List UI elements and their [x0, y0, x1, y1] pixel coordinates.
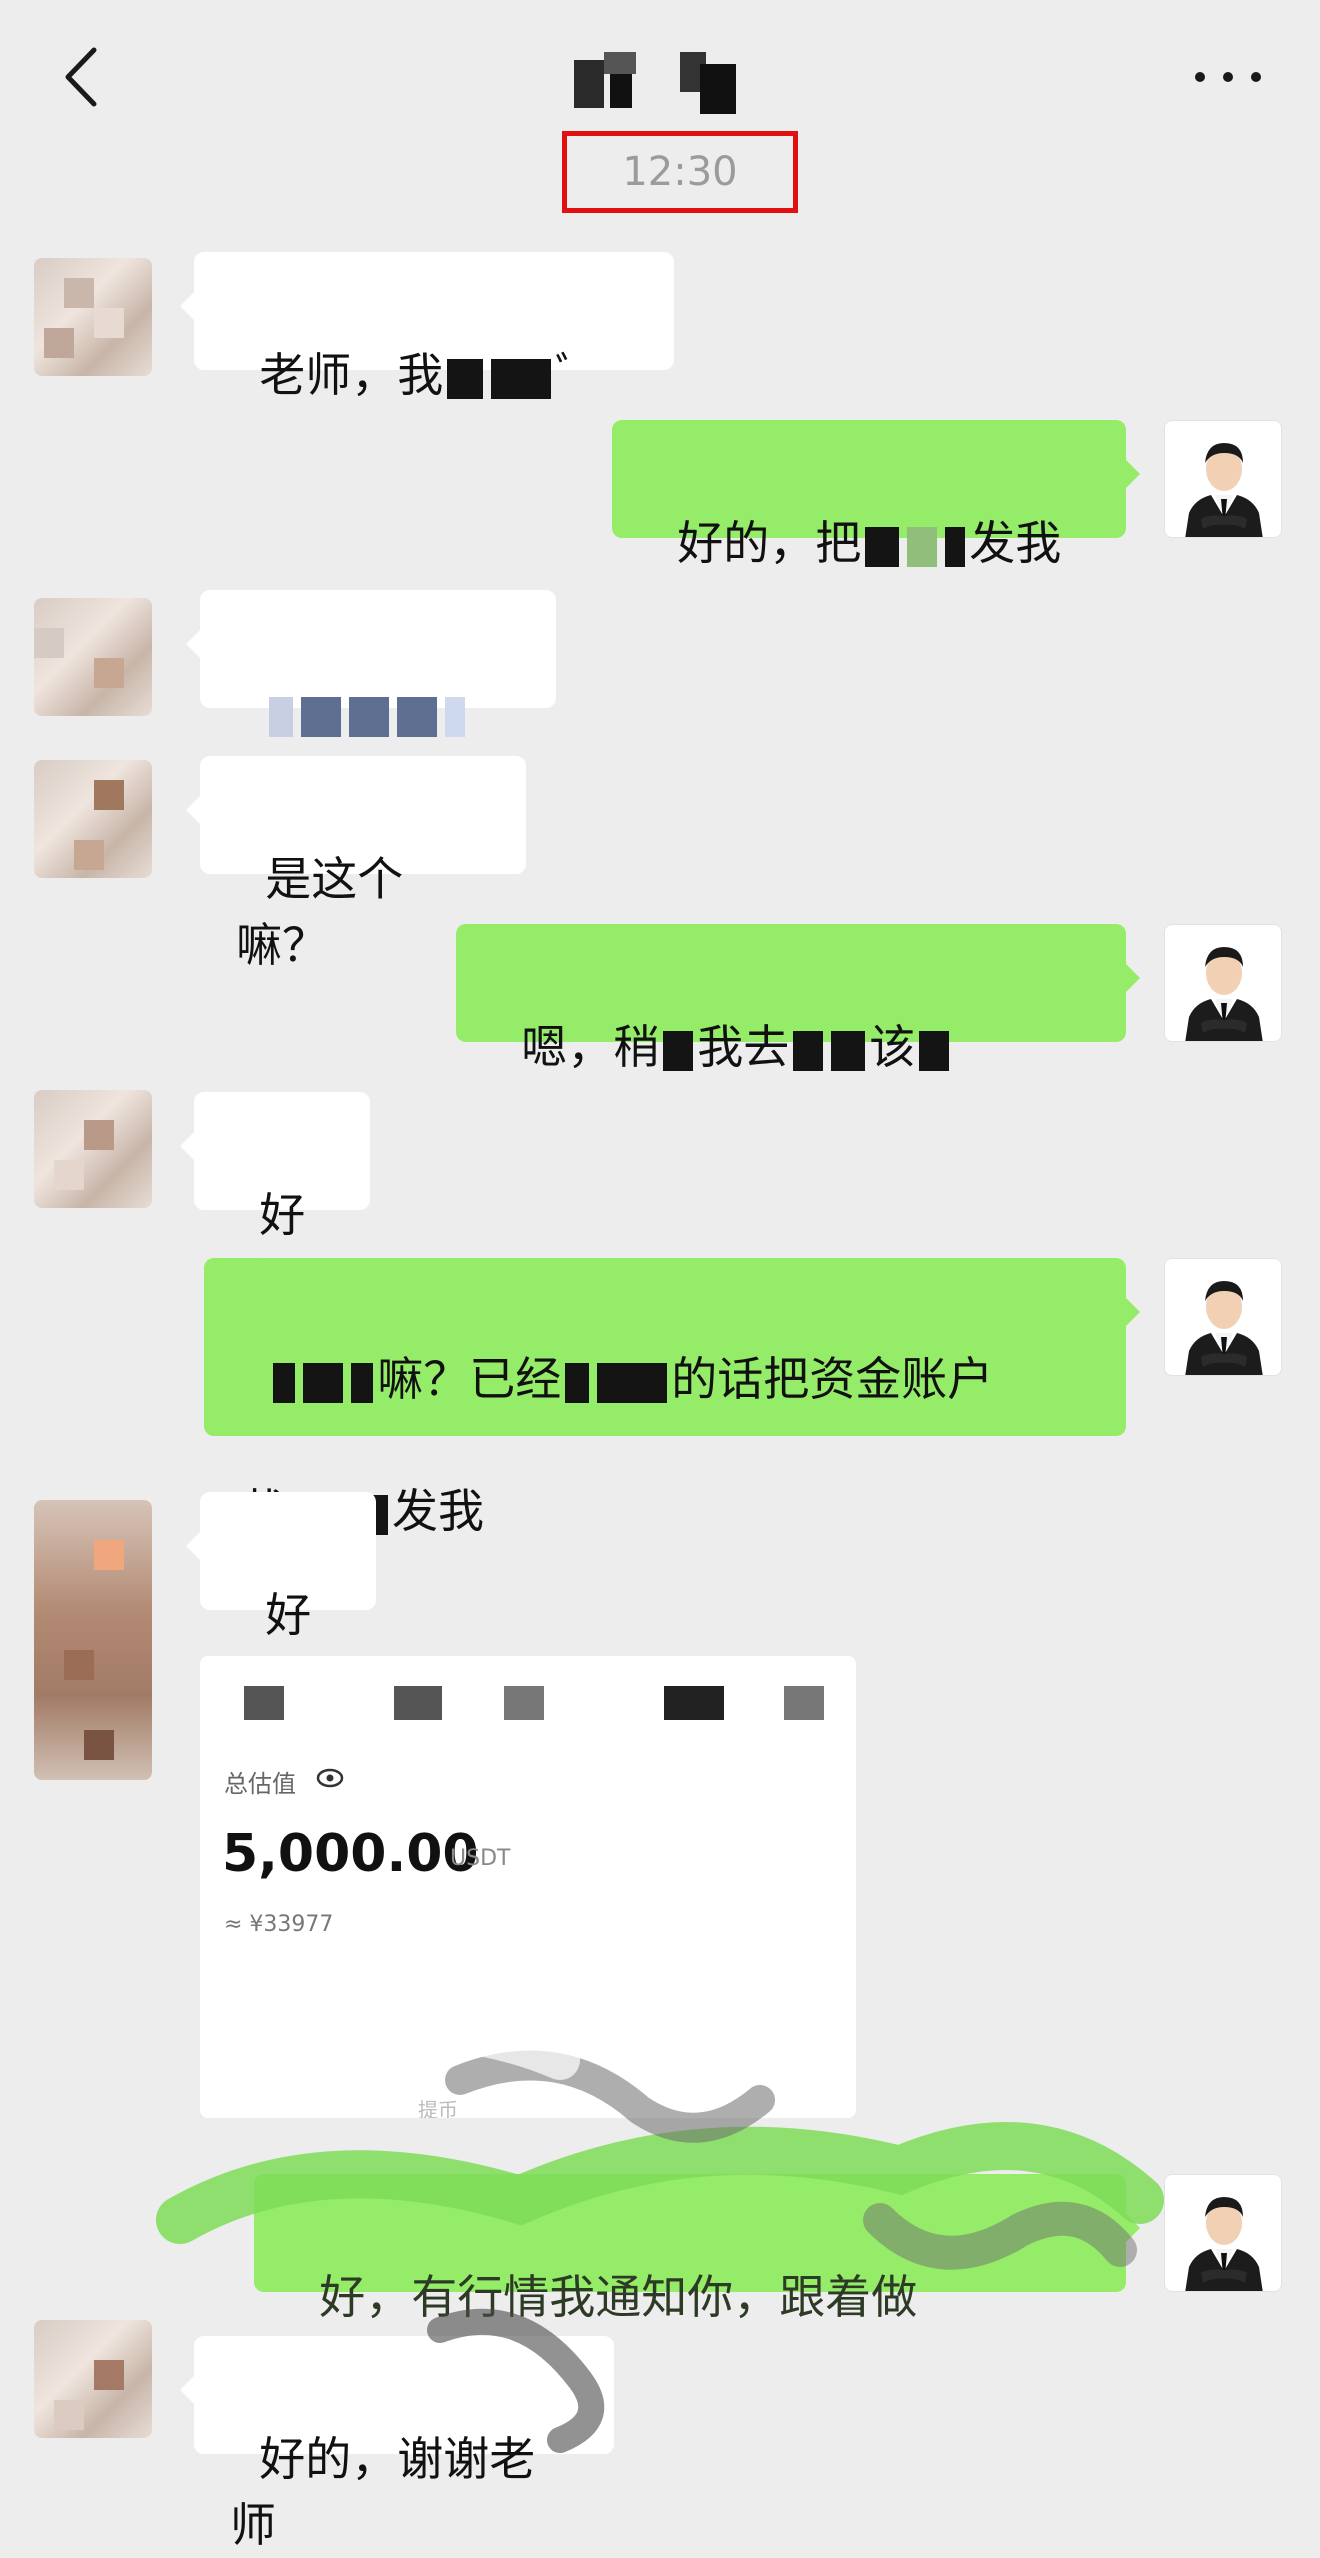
- total-value-label: 总估值: [224, 1770, 296, 1798]
- message-bubble-incoming[interactable]: 老师，我 ﾞ: [180, 252, 674, 402]
- message-timestamp: 12:30: [562, 131, 798, 213]
- chat-header: [0, 0, 1320, 146]
- redaction-block: [349, 696, 390, 737]
- businessman-avatar-icon: [1165, 1259, 1281, 1375]
- teacher-avatar[interactable]: [1164, 924, 1282, 1042]
- shared-screenshot-image[interactable]: 总估值 5,000.00 USDT ≈ ¥33977 提币: [200, 1656, 856, 2118]
- withdraw-label: 提币: [418, 2098, 458, 2118]
- message-text: 老师，我: [259, 348, 444, 402]
- currency-unit: USDT: [450, 1846, 511, 1871]
- message-bubble-incoming[interactable]: 好的: [186, 1492, 376, 1708]
- redaction-block: [273, 1362, 296, 1403]
- chat-title-redacted: [560, 52, 760, 116]
- redacted-header-row: [240, 1686, 824, 1720]
- message-text: 发我: [392, 1484, 484, 1538]
- redaction-block: [447, 358, 484, 399]
- total-value-amount: 5,000.00: [222, 1824, 479, 1884]
- redaction-block: [919, 1030, 950, 1071]
- message-text: 的话把资金账户: [671, 1352, 994, 1406]
- redaction-block: [397, 696, 438, 737]
- redaction-block: [793, 1030, 824, 1071]
- back-arrow-icon[interactable]: [56, 42, 116, 112]
- redaction-block: [301, 696, 342, 737]
- more-dots-icon[interactable]: [1188, 60, 1268, 94]
- redaction-block: [907, 526, 938, 567]
- redaction-block: [597, 1362, 668, 1403]
- teacher-avatar[interactable]: [1164, 420, 1282, 538]
- message-bubble-outgoing[interactable]: 嗯，稍 我去 该: [456, 924, 1140, 1074]
- message-text: 嘛？已经: [377, 1352, 562, 1406]
- message-text: 好，有行情我通知你，跟着做: [319, 2270, 918, 2324]
- contact-avatar[interactable]: [34, 258, 152, 376]
- contact-avatar[interactable]: [34, 1500, 152, 1780]
- businessman-avatar-icon: [1165, 925, 1281, 1041]
- businessman-avatar-icon: [1165, 2175, 1281, 2291]
- redaction-block: [831, 1030, 866, 1071]
- message-bubble-incoming[interactable]: 是这个嘛？: [186, 756, 526, 972]
- contact-avatar[interactable]: [34, 1090, 152, 1208]
- message-bubble-incoming[interactable]: 好的，谢谢老师: [180, 2336, 614, 2552]
- redaction-block: [303, 1362, 344, 1403]
- redaction-block: [865, 526, 900, 567]
- message-bubble-incoming-redacted[interactable]: [186, 590, 556, 737]
- redaction-block: [565, 1362, 590, 1403]
- message-bubble-outgoing[interactable]: 嘛？已经的话把资金账户 截发我: [204, 1258, 1140, 1538]
- message-bubble-incoming[interactable]: 好的: [180, 1092, 370, 1308]
- message-text: 是这个嘛？: [236, 852, 404, 972]
- approx-cny-value: ≈ ¥33977: [224, 1912, 334, 1937]
- contact-avatar[interactable]: [34, 2320, 152, 2438]
- redaction-block: [945, 526, 966, 567]
- teacher-avatar[interactable]: [1164, 2174, 1282, 2292]
- message-text: 好的，谢谢老师: [230, 2432, 536, 2552]
- message-text: 该: [869, 1020, 916, 1074]
- contact-avatar[interactable]: [34, 760, 152, 878]
- message-text: 我去: [697, 1020, 790, 1074]
- message-text: ﾞ: [555, 348, 579, 402]
- redaction-block: [445, 696, 466, 737]
- redaction-block: [663, 1030, 694, 1071]
- contact-avatar[interactable]: [34, 598, 152, 716]
- message-text: 发我: [969, 516, 1062, 570]
- redaction-block: [491, 358, 552, 399]
- message-bubble-outgoing[interactable]: 好，有行情我通知你，跟着做: [254, 2174, 1140, 2324]
- redaction-block: [269, 696, 294, 737]
- message-text: 好的，把: [677, 516, 862, 570]
- teacher-avatar[interactable]: [1164, 1258, 1282, 1376]
- businessman-avatar-icon: [1165, 421, 1281, 537]
- message-bubble-outgoing[interactable]: 好的，把 发我: [612, 420, 1140, 570]
- message-text: 嗯，稍: [521, 1020, 660, 1074]
- redaction-block: [351, 1362, 374, 1403]
- eye-icon: [316, 1768, 344, 1788]
